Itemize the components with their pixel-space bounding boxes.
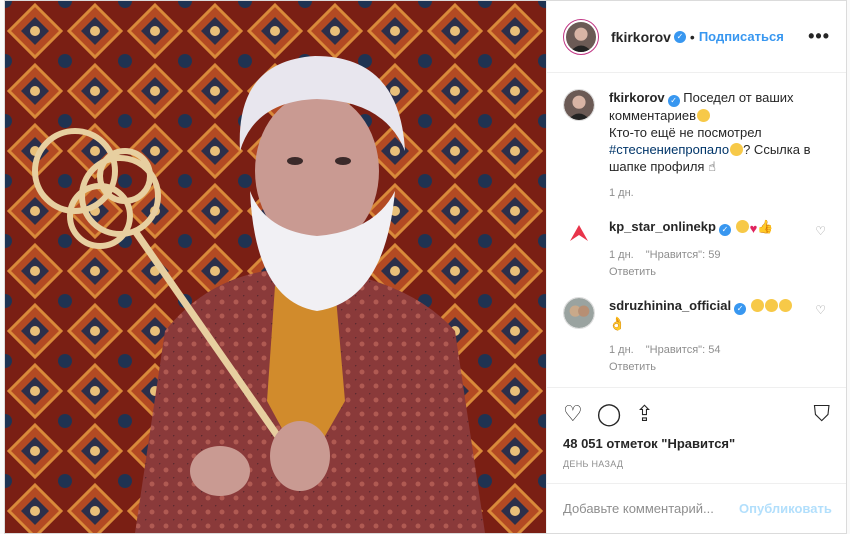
bookmark-icon[interactable]: ⛉ xyxy=(813,401,830,427)
author-username[interactable]: fkirkorov xyxy=(611,29,671,45)
post-photo[interactable] xyxy=(5,1,546,533)
more-icon[interactable]: ••• xyxy=(808,26,830,47)
comment-row: sdruzhinina_official ✓ 👌 1 дн. "Нравится":… xyxy=(563,297,830,376)
ok-hand-icon: 👌 xyxy=(609,316,626,331)
instagram-post: fkirkorov ✓ • Подписаться ••• fkirkorov ✓… xyxy=(4,0,847,534)
separator-dot: • xyxy=(689,28,695,45)
comment-meta: 1 дн. "Нравится": 59 xyxy=(609,247,819,264)
emoji-icon xyxy=(764,299,778,312)
like-comment-icon[interactable]: ♡ xyxy=(815,303,826,317)
comment-username[interactable]: sdruzhinina_official xyxy=(609,298,731,313)
comment-avatar[interactable] xyxy=(563,297,595,329)
share-icon[interactable]: ⇪ xyxy=(635,401,653,427)
caption-meta: 1 дн. xyxy=(609,185,819,202)
post-header: fkirkorov ✓ • Подписаться ••• xyxy=(547,1,846,73)
emoji-icon xyxy=(697,109,711,122)
likes-count[interactable]: 48 051 отметок "Нравится" xyxy=(563,436,830,451)
like-comment-icon[interactable]: ♡ xyxy=(815,224,826,238)
comment-age[interactable]: 1 дн. xyxy=(609,249,634,261)
publish-button[interactable]: Опубликовать xyxy=(739,501,832,516)
verified-icon: ✓ xyxy=(734,303,747,315)
comments-list: fkirkorov ✓ Поседел от ваших комментариев… xyxy=(547,73,846,387)
author-avatar[interactable] xyxy=(563,18,599,55)
comment-likes[interactable]: "Нравится": 54 xyxy=(646,344,721,356)
caption: fkirkorov ✓ Поседел от ваших комментариев… xyxy=(563,89,830,202)
emoji-icon xyxy=(778,299,792,312)
caption-avatar[interactable] xyxy=(563,89,595,121)
caption-age[interactable]: 1 дн. xyxy=(609,187,634,199)
comment-username[interactable]: kp_star_onlinekp xyxy=(609,219,716,234)
comment-icon[interactable]: ◯ xyxy=(597,401,622,427)
action-icons: ♡ ◯ ⇪ ⛉ xyxy=(563,396,830,432)
action-bar: ♡ ◯ ⇪ ⛉ 48 051 отметок "Нравится" День н… xyxy=(547,387,846,469)
post-sidebar: fkirkorov ✓ • Подписаться ••• fkirkorov ✓… xyxy=(546,1,846,533)
comment-row: kp_star_onlinekp ✓ ♥👍 1 дн. "Нравится": 59… xyxy=(563,218,830,281)
verified-icon: ✓ xyxy=(667,95,680,107)
kp-logo-icon[interactable] xyxy=(563,218,595,250)
add-comment-bar: Опубликовать xyxy=(547,483,846,533)
emoji-icon xyxy=(730,143,744,156)
thumbs-up-icon: 👍 xyxy=(757,219,774,234)
follow-button[interactable]: Подписаться xyxy=(699,29,784,44)
heart-icon[interactable]: ♡ xyxy=(563,401,583,427)
verified-icon: ✓ xyxy=(673,30,686,43)
post-time[interactable]: День назад xyxy=(563,459,830,469)
verified-icon: ✓ xyxy=(718,224,731,236)
caption-username[interactable]: fkirkorov xyxy=(609,90,665,105)
comment-body: sdruzhinina_official ✓ 👌 1 дн. "Нравится":… xyxy=(609,297,819,376)
comment-meta: 1 дн. "Нравится": 54 xyxy=(609,342,819,359)
reply-button[interactable]: Ответить xyxy=(609,264,819,281)
comment-likes[interactable]: "Нравится": 59 xyxy=(646,249,721,261)
comment-body: kp_star_onlinekp ✓ ♥👍 1 дн. "Нравится": 59… xyxy=(609,218,819,281)
caption-hashtag[interactable]: #стеснениепропало xyxy=(609,142,729,157)
caption-body: fkirkorov ✓ Поседел от ваших комментариев… xyxy=(609,89,819,202)
emoji-icon xyxy=(735,220,749,233)
point-icon: ☝ xyxy=(708,159,717,174)
comment-input[interactable] xyxy=(563,501,739,516)
reply-button[interactable]: Ответить xyxy=(609,359,819,376)
emoji-icon xyxy=(750,299,764,312)
caption-text-2: Кто-то ещё не посмотрел xyxy=(609,125,762,140)
comment-age[interactable]: 1 дн. xyxy=(609,344,634,356)
